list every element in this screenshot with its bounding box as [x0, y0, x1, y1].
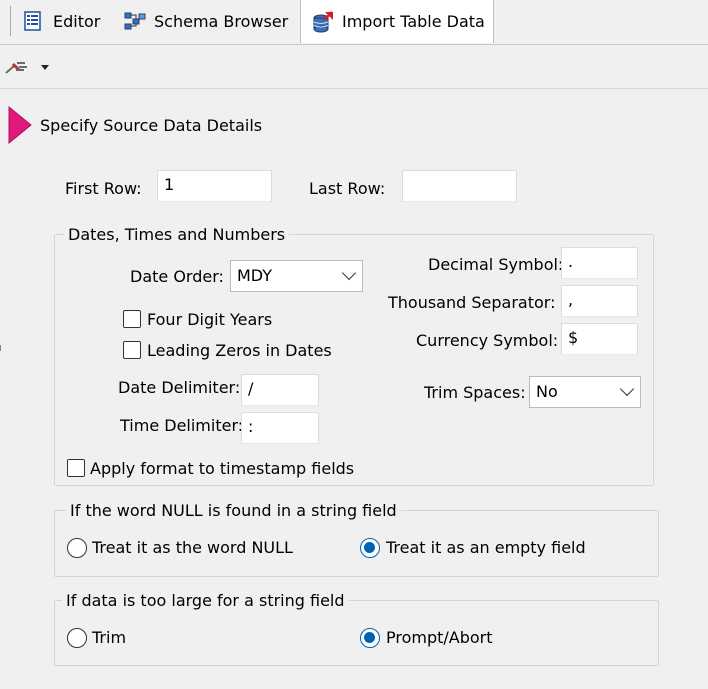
tab-separator [10, 6, 11, 36]
chevron-down-icon [341, 265, 357, 281]
splitter-handle[interactable] [0, 345, 4, 351]
four-digit-years-checkbox[interactable] [123, 310, 141, 328]
first-row-input[interactable]: 1 [157, 170, 272, 202]
toolbar-divider [0, 88, 708, 89]
treat-as-empty-field-label: Treat it as an empty field [386, 538, 586, 557]
large-group-legend: If data is too large for a string field [62, 591, 349, 611]
trim-radio[interactable] [67, 628, 87, 648]
decimal-symbol-input[interactable]: . [561, 247, 638, 279]
treat-as-empty-field-radio[interactable] [360, 538, 380, 558]
decimal-symbol-label: Decimal Symbol: [428, 255, 564, 274]
dates-group-legend: Dates, Times and Numbers [64, 225, 290, 245]
prompt-abort-label: Prompt/Abort [386, 628, 493, 647]
section-title: Specify Source Data Details [40, 116, 263, 135]
null-group-legend: If the word NULL is found in a string fi… [66, 501, 401, 521]
tab-schema-browser[interactable]: Schema Browser [123, 0, 288, 42]
leading-zeros-checkbox[interactable] [123, 341, 141, 359]
plug-icon [4, 58, 34, 82]
time-delimiter-label: Time Delimiter: [120, 416, 244, 435]
four-digit-years-label: Four Digit Years [147, 310, 273, 329]
tab-editor-label: Editor [53, 11, 101, 31]
tab-strip: Editor Schema Browser Import Table Data [0, 0, 708, 45]
connection-dropdown-button[interactable] [4, 57, 54, 79]
chevron-down-icon [619, 381, 635, 397]
tab-import-table-data[interactable]: Import Table Data [300, 0, 494, 43]
currency-symbol-label: Currency Symbol: [416, 331, 559, 350]
thousand-separator-label: Thousand Separator: [388, 293, 556, 312]
treat-as-word-null-radio[interactable] [67, 538, 87, 558]
tab-schema-browser-label: Schema Browser [154, 11, 289, 31]
date-delimiter-label: Date Delimiter: [118, 378, 241, 397]
last-row-label: Last Row: [309, 179, 386, 198]
tab-editor[interactable]: Editor [22, 0, 100, 42]
trim-spaces-select[interactable]: No [529, 376, 641, 408]
caret-down-icon [41, 65, 49, 70]
schema-browser-icon [123, 10, 146, 32]
thousand-separator-input[interactable]: , [561, 285, 638, 317]
apply-format-label: Apply format to timestamp fields [90, 459, 355, 478]
time-delimiter-input[interactable]: : [241, 412, 319, 444]
import-table-icon [311, 10, 333, 33]
trim-label: Trim [92, 628, 127, 647]
last-row-input[interactable] [402, 170, 517, 202]
treat-as-word-null-label: Treat it as the word NULL [92, 538, 293, 557]
section-marker-icon [8, 105, 32, 148]
apply-format-checkbox[interactable] [67, 459, 85, 477]
tab-import-table-data-label: Import Table Data [342, 12, 485, 31]
trim-spaces-label: Trim Spaces: [424, 383, 526, 402]
date-delimiter-input[interactable]: / [241, 374, 319, 406]
date-order-value: MDY [237, 266, 273, 285]
prompt-abort-radio[interactable] [360, 628, 380, 648]
date-order-label: Date Order: [130, 267, 224, 286]
leading-zeros-label: Leading Zeros in Dates [147, 341, 332, 360]
editor-icon [22, 10, 44, 32]
date-order-select[interactable]: MDY [230, 260, 363, 292]
currency-symbol-input[interactable]: $ [561, 323, 638, 355]
trim-spaces-value: No [536, 382, 558, 401]
first-row-label: First Row: [65, 179, 142, 198]
